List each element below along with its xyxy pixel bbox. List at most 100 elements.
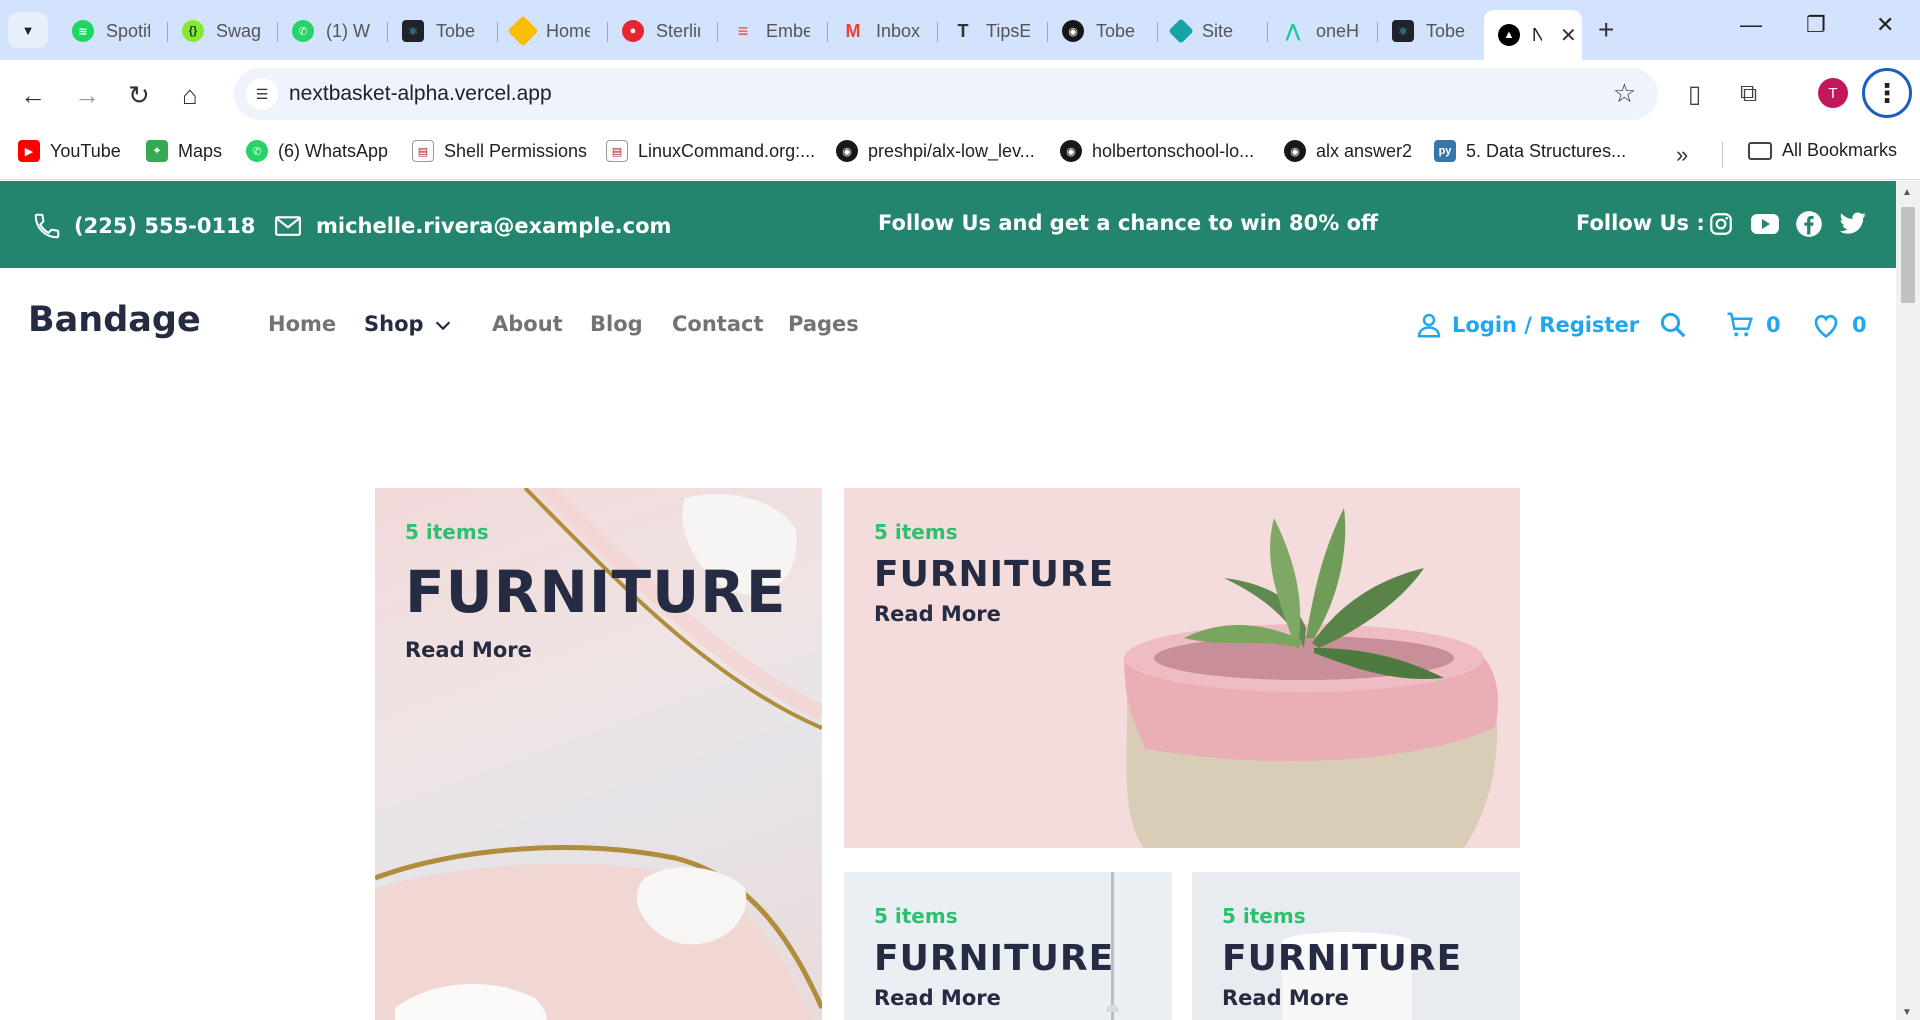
nav-pages[interactable]: Pages bbox=[788, 312, 859, 336]
bookmark-item[interactable]: ✆ (6) WhatsApp bbox=[246, 140, 388, 162]
card-title: FURNITURE bbox=[1222, 938, 1463, 979]
back-icon[interactable]: ← bbox=[20, 80, 46, 111]
onehome-icon: ⋀ bbox=[1285, 20, 1301, 41]
scroll-down-icon[interactable]: ▼ bbox=[1902, 1007, 1912, 1018]
swagger-icon: {} bbox=[182, 20, 204, 42]
tab-title: Swagger bbox=[216, 20, 260, 41]
facebook-icon[interactable] bbox=[1794, 209, 1824, 239]
bookmarks-bar: ▶ YouTube ⌖ Maps ✆ (6) WhatsApp ▤ Shell … bbox=[0, 130, 1920, 180]
read-more-link[interactable]: Read More bbox=[405, 638, 532, 662]
react-icon: ⚛ bbox=[1392, 20, 1414, 42]
phone-contact[interactable]: (225) 555-0118 bbox=[32, 211, 255, 241]
youtube-icon[interactable] bbox=[1750, 209, 1780, 239]
bookmark-label: alx answer2 bbox=[1316, 140, 1413, 161]
bookmark-item[interactable]: ◉ alx answer2 bbox=[1284, 140, 1412, 162]
chevron-down-icon: ▼ bbox=[21, 22, 35, 38]
browser-tab[interactable]: ≡ Ember bbox=[718, 10, 828, 52]
instagram-icon[interactable] bbox=[1706, 209, 1736, 239]
nav-home[interactable]: Home bbox=[268, 312, 336, 336]
browser-tab[interactable]: ◉ Tobe bbox=[1048, 10, 1158, 52]
browser-tab[interactable]: Site bbox=[1158, 10, 1268, 52]
twitter-icon[interactable] bbox=[1838, 209, 1868, 239]
bookmark-label: YouTube bbox=[50, 140, 121, 161]
restore-icon[interactable]: ❐ bbox=[1806, 12, 1826, 38]
bookmark-star-icon[interactable]: ☆ bbox=[1613, 78, 1636, 109]
site-info-icon[interactable]: ☰ bbox=[246, 78, 278, 110]
forward-icon[interactable]: → bbox=[74, 80, 100, 111]
puzzle-icon[interactable]: ⧉ bbox=[1740, 80, 1757, 108]
browser-tab[interactable]: ⚛ Tobe bbox=[388, 10, 498, 52]
bookmark-item[interactable]: ▶ YouTube bbox=[18, 140, 121, 162]
page-scrollbar[interactable]: ▲ ▼ bbox=[1896, 181, 1920, 1020]
nav-contact[interactable]: Contact bbox=[672, 312, 764, 336]
bookmark-item[interactable]: ⌖ Maps bbox=[146, 140, 222, 162]
search-button[interactable] bbox=[1658, 310, 1688, 340]
page-icon: ▤ bbox=[412, 140, 434, 162]
scroll-up-icon[interactable]: ▲ bbox=[1902, 187, 1912, 198]
close-window-icon[interactable]: ✕ bbox=[1876, 12, 1894, 38]
maps-icon: ⌖ bbox=[146, 140, 168, 162]
read-more-link[interactable]: Read More bbox=[874, 602, 1001, 626]
scrollbar-thumb[interactable] bbox=[1901, 207, 1915, 303]
tab-title: Home bbox=[546, 20, 590, 41]
nav-shop[interactable]: Shop bbox=[364, 312, 424, 336]
email-address: michelle.rivera@example.com bbox=[316, 214, 672, 238]
netlify-icon bbox=[1168, 18, 1194, 44]
vercel-icon: ▲ bbox=[1498, 24, 1520, 46]
url-text[interactable]: nextbasket-alpha.vercel.app bbox=[289, 82, 552, 106]
whatsapp-icon: ✆ bbox=[292, 20, 314, 42]
tab-title: TipsEngine bbox=[986, 20, 1030, 41]
browser-tab[interactable]: ✆ (1) WhatsApp bbox=[278, 10, 388, 52]
browser-tab[interactable]: T TipsEngine bbox=[938, 10, 1048, 52]
tab-search-button[interactable]: ▼ bbox=[8, 12, 48, 48]
extension-icon[interactable]: ▯ bbox=[1688, 80, 1701, 109]
wishlist-button[interactable]: 0 bbox=[1810, 310, 1867, 340]
bookmark-label: 5. Data Structures... bbox=[1466, 140, 1627, 161]
tab-title: Inbox bbox=[876, 20, 920, 41]
read-more-link[interactable]: Read More bbox=[874, 986, 1001, 1010]
phone-icon bbox=[34, 213, 60, 239]
email-contact[interactable]: michelle.rivera@example.com bbox=[272, 211, 671, 241]
bookmark-item[interactable]: ▤ LinuxCommand.org:... bbox=[606, 140, 815, 162]
github-icon: ◉ bbox=[836, 140, 858, 162]
bookmark-item[interactable]: ◉ preshpi/alx-low_lev... bbox=[836, 140, 1035, 162]
bookmark-item[interactable]: ▤ Shell Permissions bbox=[412, 140, 587, 162]
new-tab-button[interactable]: + bbox=[1598, 14, 1614, 46]
home-icon[interactable]: ⌂ bbox=[182, 80, 198, 111]
browser-tab[interactable]: ≋ Spotify bbox=[58, 10, 168, 52]
gmail-icon: M bbox=[845, 20, 861, 41]
all-bookmarks-button[interactable]: All Bookmarks bbox=[1748, 140, 1897, 161]
browser-tab[interactable]: {} Swagger bbox=[168, 10, 278, 52]
brand-logo[interactable]: Bandage bbox=[28, 300, 201, 340]
close-tab-icon[interactable]: ✕ bbox=[1560, 23, 1577, 48]
nav-about[interactable]: About bbox=[492, 312, 563, 336]
login-register-link[interactable]: Login / Register bbox=[1414, 310, 1639, 340]
cart-button[interactable]: 0 bbox=[1724, 310, 1781, 340]
category-card[interactable]: 5 items FURNITURE Read More bbox=[1192, 872, 1520, 1020]
card-title: FURNITURE bbox=[874, 554, 1115, 595]
browser-tab[interactable]: M Inbox bbox=[828, 10, 938, 52]
tab-title: Tobe bbox=[1426, 20, 1466, 41]
browser-tab[interactable]: Home bbox=[498, 10, 608, 52]
tab-title: Sterling bbox=[656, 20, 700, 41]
browser-tab[interactable]: ⚛ Tobe bbox=[1378, 10, 1488, 52]
read-more-link[interactable]: Read More bbox=[1222, 986, 1349, 1010]
browser-tab[interactable]: ● Sterling bbox=[608, 10, 718, 52]
nav-blog[interactable]: Blog bbox=[590, 312, 643, 336]
more-bookmarks-icon[interactable]: » bbox=[1676, 142, 1688, 168]
bookmark-item[interactable]: ◉ holbertonschool-lo... bbox=[1060, 140, 1254, 162]
profile-avatar[interactable]: T bbox=[1818, 78, 1848, 108]
category-card[interactable]: 5 items FURNITURE Read More bbox=[375, 488, 822, 1020]
category-card[interactable]: 5 items FURNITURE Read More bbox=[844, 872, 1172, 1020]
cart-icon bbox=[1727, 312, 1753, 337]
card-item-count: 5 items bbox=[874, 520, 958, 544]
reload-icon[interactable]: ↻ bbox=[128, 80, 150, 111]
bookmark-item[interactable]: py 5. Data Structures... bbox=[1434, 140, 1626, 162]
active-browser-tab[interactable]: ▲ N ✕ bbox=[1484, 10, 1582, 60]
chevron-down-icon[interactable] bbox=[432, 314, 454, 336]
category-card[interactable]: 5 items FURNITURE Read More bbox=[844, 488, 1520, 848]
address-bar[interactable]: ☰ nextbasket-alpha.vercel.app ☆ bbox=[234, 68, 1658, 120]
more-menu-icon[interactable]: ⋮ bbox=[1862, 68, 1912, 118]
minimize-icon[interactable]: — bbox=[1740, 12, 1762, 38]
browser-tab[interactable]: ⋀ oneHome bbox=[1268, 10, 1378, 52]
